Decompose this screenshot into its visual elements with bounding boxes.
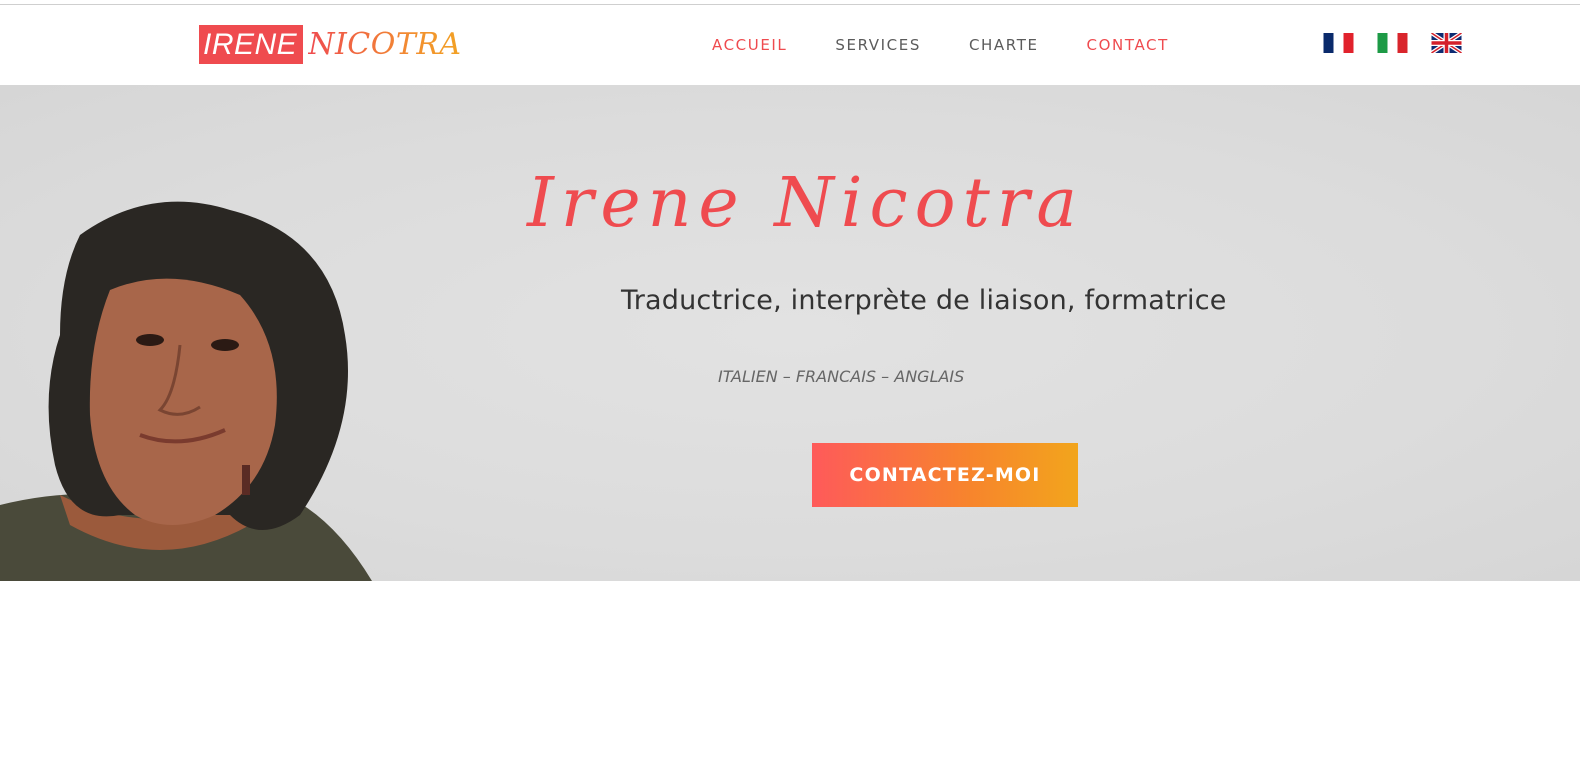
logo-text: NICOTRA [308, 26, 462, 62]
uk-flag-icon[interactable] [1431, 33, 1462, 53]
logo-box-text: IRENE [199, 24, 304, 64]
italy-flag-icon[interactable] [1377, 33, 1408, 53]
contact-me-button[interactable]: CONTACTEZ-MOI [812, 443, 1078, 507]
language-switcher [1323, 33, 1462, 53]
hero-subtitle: Traductrice, interprète de liaison, form… [621, 285, 1227, 316]
hero-languages: ITALIEN – FRANCAIS – ANGLAIS [718, 367, 965, 386]
nav-item-services[interactable]: SERVICES [835, 35, 921, 55]
site-logo[interactable]: IRENE NICOTRA [199, 24, 462, 64]
portrait-photo [0, 201, 372, 581]
hero-title: Irene Nicotra [527, 164, 1084, 243]
nav-item-contact[interactable]: CONTACT [1087, 35, 1169, 55]
main-nav: ACCUEIL SERVICES CHARTE CONTACT [712, 35, 1217, 55]
france-flag-icon[interactable] [1323, 33, 1354, 53]
site-header: IRENE NICOTRA ACCUEIL SERVICES CHARTE CO… [0, 5, 1580, 85]
hero-section: Irene Nicotra Traductrice, interprète de… [0, 85, 1580, 581]
nav-item-charte[interactable]: CHARTE [969, 35, 1039, 55]
nav-item-accueil[interactable]: ACCUEIL [712, 35, 787, 55]
